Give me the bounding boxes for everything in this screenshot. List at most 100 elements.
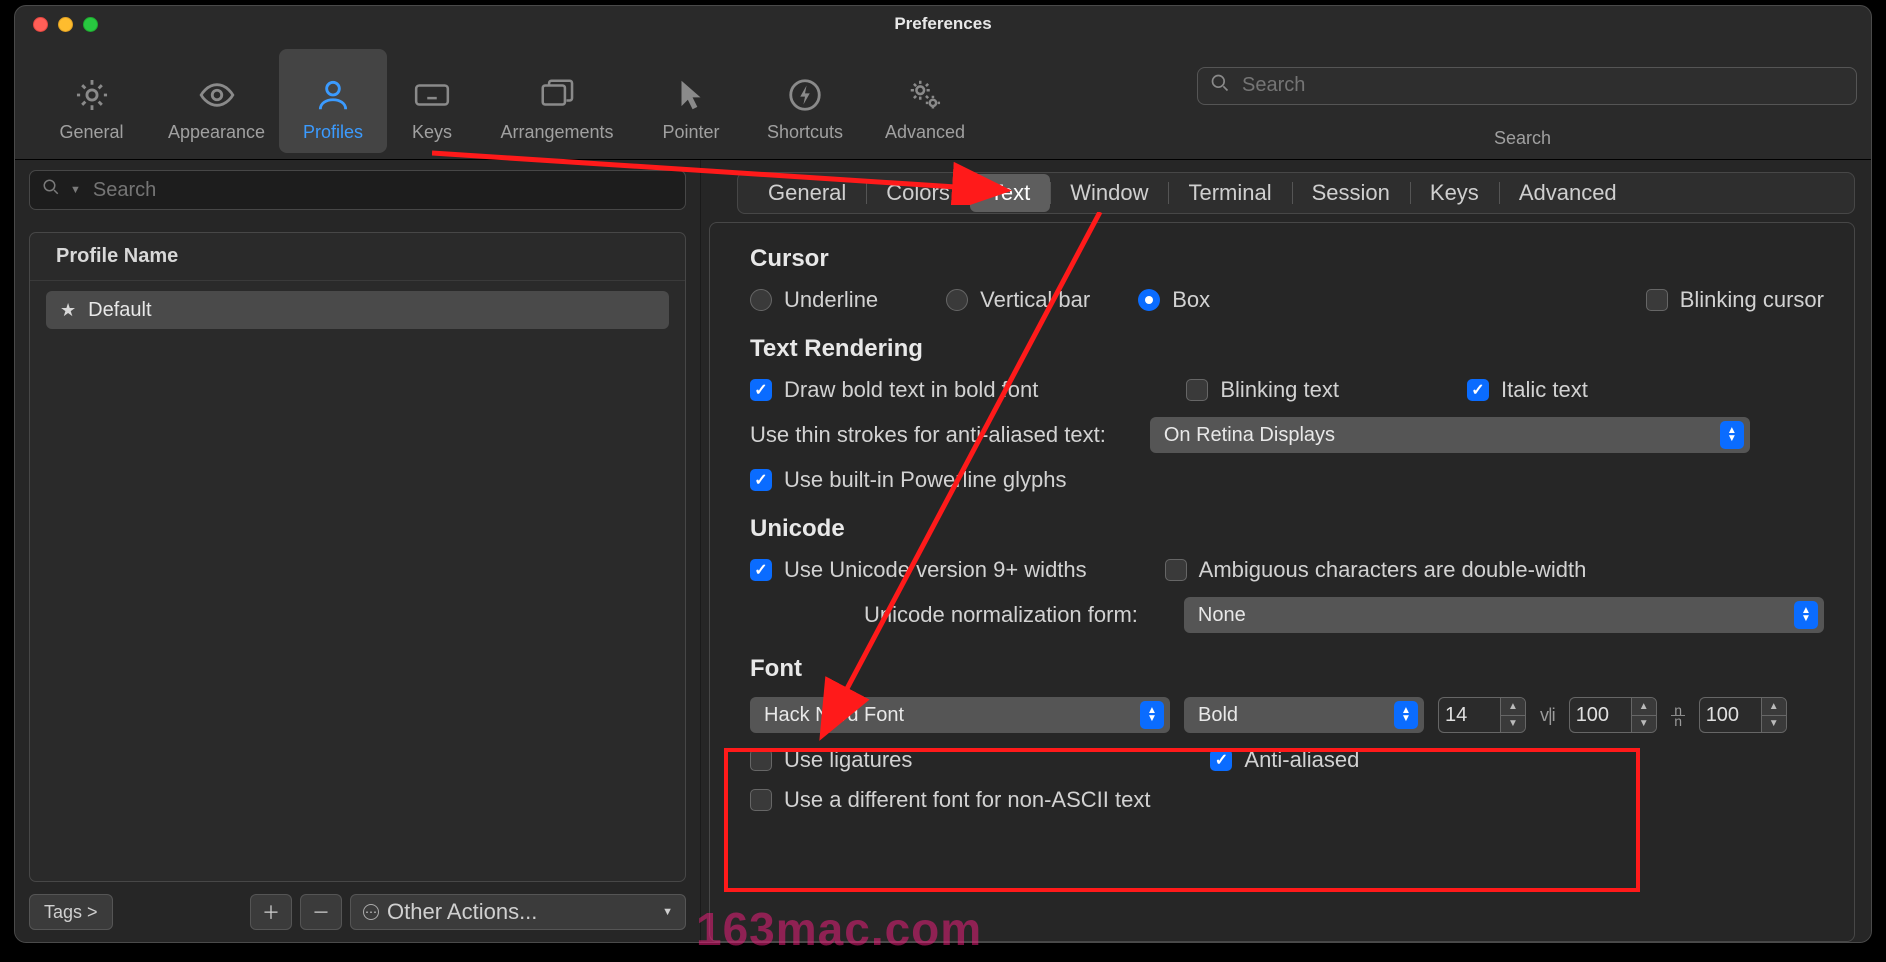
font-size-field[interactable]: ▲▼ xyxy=(1438,697,1526,733)
powerline-glyphs-checkbox[interactable]: ✓ Use built-in Powerline glyphs xyxy=(750,467,1066,493)
unicode-v9-checkbox[interactable]: ✓ Use Unicode version 9+ widths xyxy=(750,557,1087,583)
line-height-field[interactable]: ▲▼ xyxy=(1699,697,1787,733)
profile-search-input[interactable] xyxy=(91,178,673,203)
checkbox-icon: ✓ xyxy=(750,469,772,491)
bolt-icon xyxy=(786,76,824,114)
checkbox-icon xyxy=(750,749,772,771)
close-window-button[interactable] xyxy=(33,17,48,32)
profiles-sidebar: ▼ Profile Name ★ Default Tags > ＋ － ⋯ xyxy=(15,160,701,942)
zoom-window-button[interactable] xyxy=(83,17,98,32)
add-profile-button[interactable]: ＋ xyxy=(250,894,292,930)
tab-text[interactable]: Text xyxy=(970,174,1050,212)
gear-icon xyxy=(73,76,111,114)
thin-strokes-select[interactable]: On Retina Displays xyxy=(1150,417,1750,453)
other-actions-button[interactable]: ⋯ Other Actions... ▼ xyxy=(350,894,686,930)
chevron-down-icon: ▼ xyxy=(70,184,81,196)
traffic-lights xyxy=(33,17,98,32)
toolbar-items: General Appearance Profiles Keys Arrange… xyxy=(29,42,985,153)
toolbar-item-label: Profiles xyxy=(303,122,363,143)
toolbar-item-shortcuts[interactable]: Shortcuts xyxy=(745,49,865,153)
letter-spacing-field[interactable]: ▲▼ xyxy=(1569,697,1657,733)
toolbar-item-keys[interactable]: Keys xyxy=(387,49,477,153)
toolbar-item-profiles[interactable]: Profiles xyxy=(279,49,387,153)
toolbar-item-label: Advanced xyxy=(885,122,965,143)
toolbar-item-label: Arrangements xyxy=(500,122,613,143)
cursor-underline-radio[interactable]: Underline xyxy=(750,287,878,313)
unicode-norm-select[interactable]: None xyxy=(1184,597,1824,633)
checkbox-icon xyxy=(750,789,772,811)
toolbar-item-pointer[interactable]: Pointer xyxy=(637,49,745,153)
line-height-icon: nn xyxy=(1671,705,1685,726)
italic-text-checkbox[interactable]: ✓ Italic text xyxy=(1467,377,1588,403)
tab-general[interactable]: General xyxy=(748,174,866,212)
tab-session[interactable]: Session xyxy=(1292,174,1410,212)
content: ▼ Profile Name ★ Default Tags > ＋ － ⋯ xyxy=(15,160,1871,942)
sidebar-footer: Tags > ＋ － ⋯ Other Actions... ▼ xyxy=(29,890,686,934)
step-down-icon[interactable]: ▼ xyxy=(1501,716,1525,733)
profile-row-default[interactable]: ★ Default xyxy=(46,291,669,329)
radio-icon xyxy=(1138,289,1160,311)
plus-icon: ＋ xyxy=(262,899,280,925)
search-icon xyxy=(42,178,60,202)
toolbar-item-label: Keys xyxy=(412,122,452,143)
profile-list-box: Profile Name ★ Default xyxy=(29,232,686,882)
font-weight-select[interactable]: Bold xyxy=(1184,697,1424,733)
updown-icon xyxy=(1794,601,1818,629)
updown-icon xyxy=(1720,421,1744,449)
gears-icon xyxy=(906,76,944,114)
letter-spacing-input[interactable] xyxy=(1569,697,1631,733)
toolbar-item-advanced[interactable]: Advanced xyxy=(865,49,985,153)
profile-icon xyxy=(314,76,352,114)
checkbox-icon xyxy=(1165,559,1187,581)
checkbox-icon: ✓ xyxy=(1467,379,1489,401)
step-up-icon[interactable]: ▲ xyxy=(1501,698,1525,716)
step-down-icon[interactable]: ▼ xyxy=(1632,716,1656,733)
blinking-cursor-checkbox[interactable]: Blinking cursor xyxy=(1646,287,1824,313)
checkbox-icon xyxy=(1646,289,1668,311)
checkbox-icon: ✓ xyxy=(1210,749,1232,771)
font-family-select[interactable]: Hack Nerd Font xyxy=(750,697,1170,733)
toolbar-item-appearance[interactable]: Appearance xyxy=(154,49,279,153)
tab-window[interactable]: Window xyxy=(1050,174,1168,212)
step-up-icon[interactable]: ▲ xyxy=(1632,698,1656,716)
cursor-box-radio[interactable]: Box xyxy=(1138,287,1210,313)
tags-button[interactable]: Tags > xyxy=(29,894,113,930)
font-size-input[interactable] xyxy=(1438,697,1500,733)
star-icon: ★ xyxy=(60,300,76,321)
step-down-icon[interactable]: ▼ xyxy=(1762,716,1786,733)
use-ligatures-checkbox[interactable]: Use ligatures xyxy=(750,747,912,773)
toolbar-item-arrangements[interactable]: Arrangements xyxy=(477,49,637,153)
profile-list-header: Profile Name xyxy=(30,233,685,281)
step-up-icon[interactable]: ▲ xyxy=(1762,698,1786,716)
line-height-input[interactable] xyxy=(1699,697,1761,733)
windows-icon xyxy=(538,76,576,114)
ambiguous-double-width-checkbox[interactable]: Ambiguous characters are double-width xyxy=(1165,557,1587,583)
keyboard-icon xyxy=(413,76,451,114)
cursor-vertical-bar-radio[interactable]: Vertical bar xyxy=(946,287,1090,313)
remove-profile-button[interactable]: － xyxy=(300,894,342,930)
tab-terminal[interactable]: Terminal xyxy=(1168,174,1291,212)
tab-advanced[interactable]: Advanced xyxy=(1499,174,1637,212)
toolbar-item-label: Shortcuts xyxy=(767,122,843,143)
toolbar-item-general[interactable]: General xyxy=(29,49,154,153)
font-size-stepper[interactable]: ▲▼ xyxy=(1500,697,1526,733)
minimize-window-button[interactable] xyxy=(58,17,73,32)
blinking-text-checkbox[interactable]: Blinking text xyxy=(1186,377,1339,403)
toolbar-search[interactable] xyxy=(1197,67,1857,105)
profile-row-label: Default xyxy=(88,299,151,322)
profile-search[interactable]: ▼ xyxy=(29,170,686,210)
letter-spacing-stepper[interactable]: ▲▼ xyxy=(1631,697,1657,733)
toolbar-search-input[interactable] xyxy=(1240,73,1844,98)
updown-icon xyxy=(1394,701,1418,729)
line-height-stepper[interactable]: ▲▼ xyxy=(1761,697,1787,733)
font-section-title: Font xyxy=(750,655,1824,683)
thin-strokes-label: Use thin strokes for anti-aliased text: xyxy=(750,422,1106,448)
radio-icon xyxy=(946,289,968,311)
eye-icon xyxy=(198,76,236,114)
tab-colors[interactable]: Colors xyxy=(866,174,970,212)
draw-bold-checkbox[interactable]: ✓ Draw bold text in bold font xyxy=(750,377,1038,403)
checkbox-icon: ✓ xyxy=(750,379,772,401)
different-non-ascii-font-checkbox[interactable]: Use a different font for non-ASCII text xyxy=(750,787,1150,813)
tab-keys[interactable]: Keys xyxy=(1410,174,1499,212)
anti-aliased-checkbox[interactable]: ✓ Anti-aliased xyxy=(1210,747,1359,773)
